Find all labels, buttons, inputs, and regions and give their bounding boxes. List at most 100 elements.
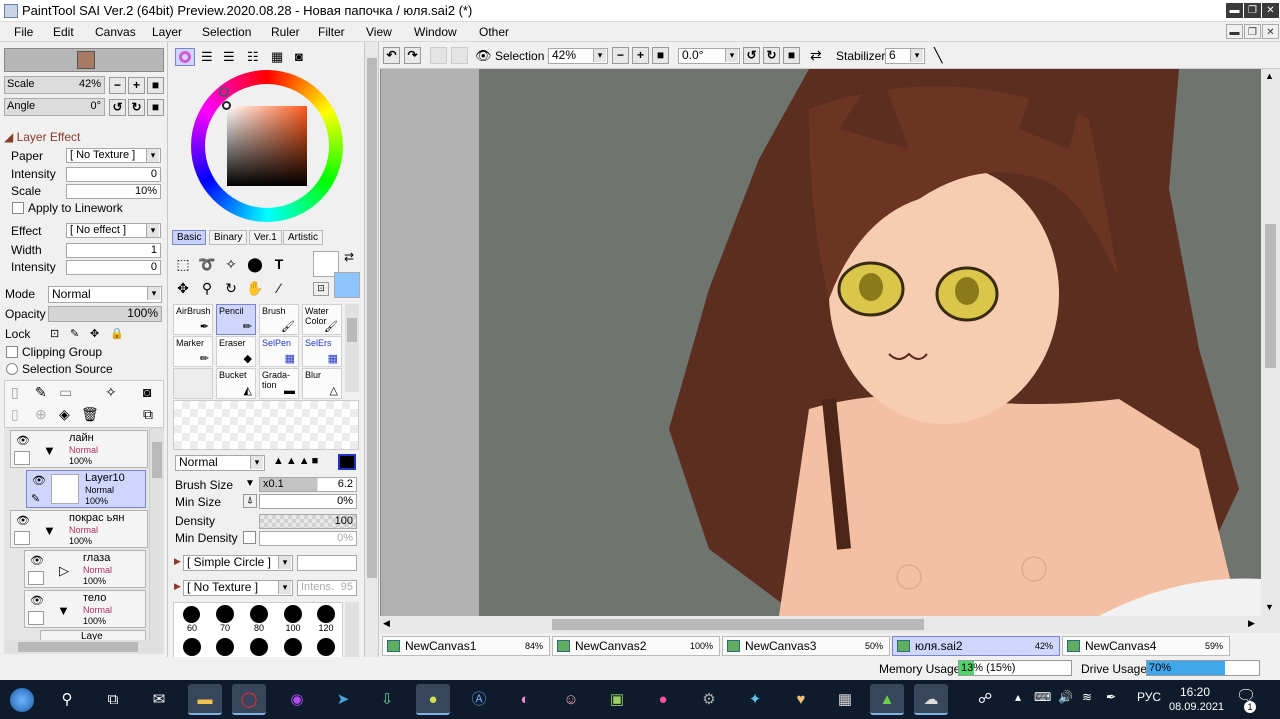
- tool-gradation[interactable]: Grada-tion ▬: [259, 368, 299, 399]
- opacity-slider[interactable]: 100%: [48, 306, 162, 322]
- brush-shape-active[interactable]: [338, 454, 356, 470]
- hsv-slider-mode-icon[interactable]: ☰: [223, 49, 235, 65]
- layer-row[interactable]: Laye: [40, 630, 146, 640]
- tab-binary[interactable]: Binary: [209, 230, 248, 245]
- app-circle-icon[interactable]: ◐: [508, 684, 542, 715]
- rotate-reset-button[interactable]: ■: [147, 99, 164, 116]
- hue-picker-handle[interactable]: [219, 87, 229, 97]
- color-wheel[interactable]: [191, 70, 343, 222]
- menu-layer[interactable]: Layer: [152, 25, 182, 39]
- folder-collapsed-icon[interactable]: ▷: [59, 563, 69, 579]
- visibility-eye-icon[interactable]: 👁: [14, 514, 32, 528]
- size-dot-60[interactable]: [183, 606, 200, 623]
- lock-move-icon[interactable]: ✥: [90, 327, 99, 340]
- app-film-icon[interactable]: ▦: [828, 684, 862, 715]
- size-dropdown-icon[interactable]: ▼: [245, 478, 255, 489]
- new-folder-icon[interactable]: ▭: [59, 384, 72, 401]
- restore-button[interactable]: ❐: [1244, 3, 1261, 18]
- canvas-rotate-left-button[interactable]: ↺: [743, 47, 760, 64]
- layer-row[interactable]: 👁 ▼ лайн Normal 100%: [10, 430, 148, 468]
- minimize-button[interactable]: ▬: [1226, 3, 1243, 18]
- app-osu-icon[interactable]: ●: [646, 684, 680, 715]
- flip-canvas-icon[interactable]: ⇄: [810, 47, 822, 64]
- people-icon[interactable]: ☍: [978, 690, 992, 707]
- canvas-hscroll-thumb[interactable]: [552, 619, 924, 630]
- lock-brush-icon[interactable]: ✎: [70, 327, 79, 340]
- invert-selection-button[interactable]: [451, 47, 468, 64]
- blend-mode-select[interactable]: Normal: [48, 286, 162, 303]
- color-wheel-mode-icon[interactable]: [175, 48, 195, 66]
- layer-row[interactable]: 👁 ▷ глаза Normal 100%: [24, 550, 146, 588]
- tab-basic[interactable]: Basic: [172, 230, 207, 245]
- canvas-tab-active[interactable]: юля.sai2 42%: [892, 636, 1060, 656]
- selection-source-radio[interactable]: [6, 363, 18, 375]
- new-layer-icon[interactable]: ▯: [11, 384, 19, 401]
- secondary-color-swatch[interactable]: [334, 272, 360, 298]
- canvas-rotate-reset-button[interactable]: ■: [783, 47, 800, 64]
- effect-select[interactable]: [ No effect ]: [66, 223, 161, 238]
- folder-expanded-icon[interactable]: ▼: [57, 603, 70, 618]
- visibility-eye-icon[interactable]: 👁: [30, 474, 48, 488]
- new-linework-layer-icon[interactable]: ✎: [35, 384, 47, 401]
- app-cloud-icon[interactable]: ☁: [914, 684, 948, 715]
- doc-minimize-button[interactable]: ▬: [1226, 24, 1243, 39]
- close-button[interactable]: ✕: [1262, 3, 1279, 18]
- lock-pixels-icon[interactable]: ⊡: [50, 327, 59, 340]
- brush-shape-extra[interactable]: [297, 555, 357, 571]
- eyedropper-icon[interactable]: ⁄: [269, 278, 289, 298]
- tool-blur[interactable]: Blur △: [302, 368, 342, 399]
- tool-brush[interactable]: Brush 🖌: [259, 304, 299, 335]
- size-dot[interactable]: [284, 638, 302, 656]
- canvas-tab[interactable]: NewCanvas2 100%: [552, 636, 720, 656]
- size-dot-80[interactable]: [250, 605, 268, 623]
- tab-artistic[interactable]: Artistic: [283, 230, 323, 245]
- start-button[interactable]: [4, 684, 40, 715]
- tool-eraser[interactable]: Eraser ◆: [216, 336, 256, 367]
- size-dot-70[interactable]: [216, 605, 234, 623]
- opera-icon[interactable]: ◯: [232, 684, 266, 715]
- canvas-zoom-in-button[interactable]: +: [632, 47, 649, 64]
- paint-tool-sai-taskbar-icon[interactable]: ▲: [870, 684, 904, 715]
- intensity-field[interactable]: 0: [66, 167, 161, 182]
- app-gear-icon[interactable]: ⚙: [692, 684, 726, 715]
- scroll-left-icon[interactable]: ◀: [383, 618, 390, 629]
- lasso-icon[interactable]: ➰: [197, 254, 217, 274]
- magic-wand-icon[interactable]: ✧: [221, 254, 241, 274]
- texture-scale-field[interactable]: 10%: [66, 184, 161, 199]
- tools-scroll-thumb[interactable]: [347, 318, 357, 342]
- delete-layer-icon[interactable]: 🗑: [81, 406, 99, 423]
- shape-expand-icon[interactable]: ▶: [174, 556, 181, 567]
- app-image-icon[interactable]: ▣: [600, 684, 634, 715]
- zoom-out-button[interactable]: −: [109, 77, 126, 94]
- canvas-tab[interactable]: NewCanvas4 59%: [1062, 636, 1230, 656]
- size-dot-100[interactable]: [284, 605, 302, 623]
- width-field[interactable]: 1: [66, 243, 161, 258]
- keyboard-icon[interactable]: ⌨: [1034, 690, 1051, 704]
- app-character-icon[interactable]: ☺: [554, 684, 588, 715]
- menu-window[interactable]: Window: [414, 25, 457, 39]
- show-selection-eye-icon[interactable]: 👁: [475, 48, 492, 64]
- canvas-zoom-out-button[interactable]: −: [612, 47, 629, 64]
- clock-date[interactable]: 08.09.2021: [1169, 701, 1224, 713]
- layers-hscrollbar[interactable]: [4, 640, 164, 654]
- layer-row-selected[interactable]: 👁 ✎ Layer10 Normal 100%: [26, 470, 146, 508]
- stabilizer-select[interactable]: 6: [885, 48, 925, 64]
- redo-button[interactable]: ↷: [404, 47, 421, 64]
- app-purple-icon[interactable]: ◉: [280, 684, 314, 715]
- zoom-reset-button[interactable]: ■: [147, 77, 164, 94]
- clipping-group-checkbox[interactable]: [6, 346, 18, 358]
- tool-selpen[interactable]: SelPen ▦: [259, 336, 299, 367]
- telegram-icon[interactable]: ➤: [326, 684, 360, 715]
- color-history-icon[interactable]: ◙: [295, 49, 303, 64]
- rotate-left-button[interactable]: ↺: [109, 99, 126, 116]
- texture-intensity-field[interactable]: Intens. 95: [297, 580, 357, 596]
- mail-icon[interactable]: ✉: [142, 684, 176, 715]
- menu-canvas[interactable]: Canvas: [95, 25, 136, 39]
- app-a-icon[interactable]: Ⓐ: [462, 684, 496, 715]
- navigator-preview[interactable]: [4, 48, 164, 72]
- texture-expand-icon[interactable]: ▶: [174, 581, 181, 592]
- tool-bucket[interactable]: Bucket ◭: [216, 368, 256, 399]
- visibility-eye-icon[interactable]: 👁: [28, 594, 46, 608]
- size-dot[interactable]: [317, 638, 335, 656]
- copy-layer-icon[interactable]: ▯: [11, 406, 19, 423]
